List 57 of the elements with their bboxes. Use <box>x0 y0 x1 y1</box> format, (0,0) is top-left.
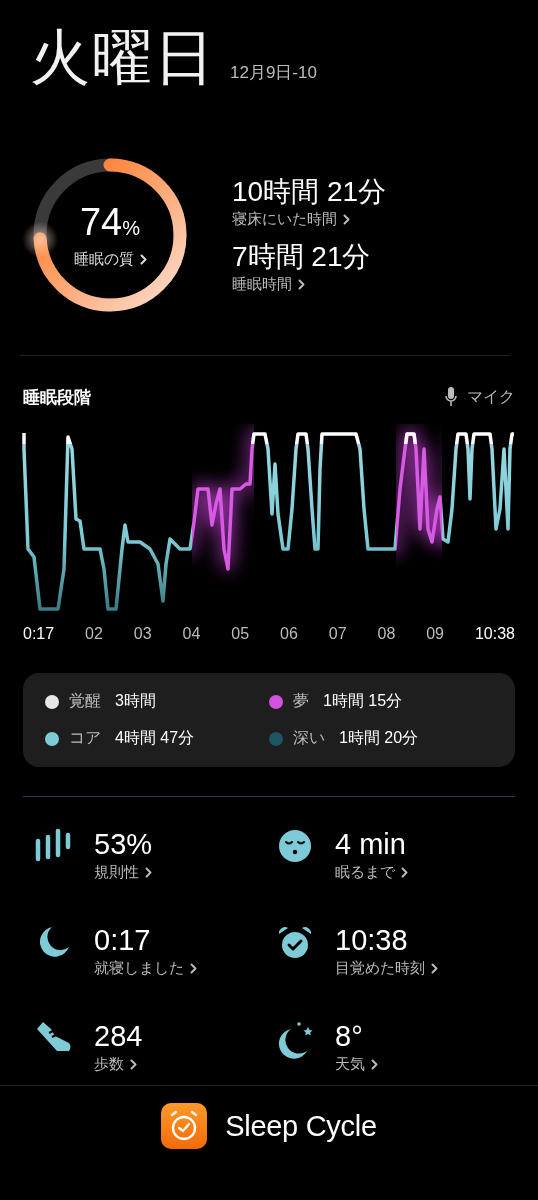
time-axis-label: 06 <box>280 625 298 643</box>
stat-link[interactable]: 寝床にいた時間 <box>232 210 350 229</box>
metric-value: 8° <box>335 1019 364 1053</box>
stat-value: 10時間 21分 <box>232 176 387 208</box>
chevron-icon <box>371 1059 378 1070</box>
stage-name: 深い <box>293 728 325 748</box>
metric-link[interactable]: 歩数 <box>94 1055 137 1074</box>
time-axis-label: 02 <box>85 625 103 643</box>
time-axis-label: 10:38 <box>474 625 515 643</box>
metric-link[interactable]: 就寝しました <box>94 959 197 978</box>
chevron-icon <box>130 1059 137 1070</box>
quality-link[interactable]: 睡眠の質 <box>73 249 147 269</box>
time-axis-label: 03 <box>133 625 152 643</box>
bars-icon <box>35 829 73 863</box>
microphone-icon <box>445 387 457 407</box>
metric-value: 53% <box>94 827 153 861</box>
time-axis-label: 07 <box>328 625 347 643</box>
metric-value: 0:17 <box>94 923 152 957</box>
time-axis-label: 0:17 <box>23 625 55 643</box>
date-range: 12月9日-10 <box>230 62 317 84</box>
stage-duration: 4時間 47分 <box>115 728 195 748</box>
chevron-icon <box>190 963 197 974</box>
stage-name: 覚醒 <box>69 691 101 711</box>
chevron-icon <box>139 253 147 265</box>
moon-icon <box>37 925 71 959</box>
stage-duration: 1時間 15分 <box>323 691 403 711</box>
stat-value: 7時間 21分 <box>232 241 372 273</box>
stage-name: コア <box>69 728 101 748</box>
day-title: 火曜日 <box>30 26 216 90</box>
section-title: 睡眠段階 <box>23 386 91 409</box>
metric-value: 10:38 <box>335 923 409 957</box>
stage-duration: 1時間 20分 <box>339 728 419 748</box>
chevron-icon <box>401 867 408 878</box>
app-logo-icon <box>161 1103 208 1149</box>
metric-value: 284 <box>94 1019 143 1053</box>
chevron-icon <box>145 867 152 878</box>
stage-name: 夢 <box>293 691 309 711</box>
quality-percent: 74% <box>79 201 141 245</box>
time-axis-label: 09 <box>426 625 444 643</box>
metric-link[interactable]: 目覚めた時刻 <box>335 959 438 978</box>
time-axis-label: 08 <box>377 625 396 643</box>
metric-link[interactable]: 天気 <box>335 1055 378 1074</box>
sleepy-face-icon <box>278 829 312 863</box>
metric-value: 4 min <box>335 827 407 861</box>
microphone-link[interactable]: マイク <box>445 386 515 408</box>
alarm-clock-icon <box>277 925 313 961</box>
shoe-icon <box>35 1021 73 1053</box>
stage-duration: 3時間 <box>115 691 156 711</box>
metric-link[interactable]: 規則性 <box>94 863 152 882</box>
time-axis-label: 04 <box>182 625 201 643</box>
metric-link[interactable]: 眠るまで <box>335 863 408 882</box>
stat-link[interactable]: 睡眠時間 <box>232 275 305 294</box>
app-name: Sleep Cycle <box>225 1109 377 1143</box>
chevron-icon <box>298 279 305 290</box>
chevron-icon <box>343 214 350 225</box>
time-axis-label: 05 <box>231 625 250 643</box>
chevron-icon <box>431 963 438 974</box>
